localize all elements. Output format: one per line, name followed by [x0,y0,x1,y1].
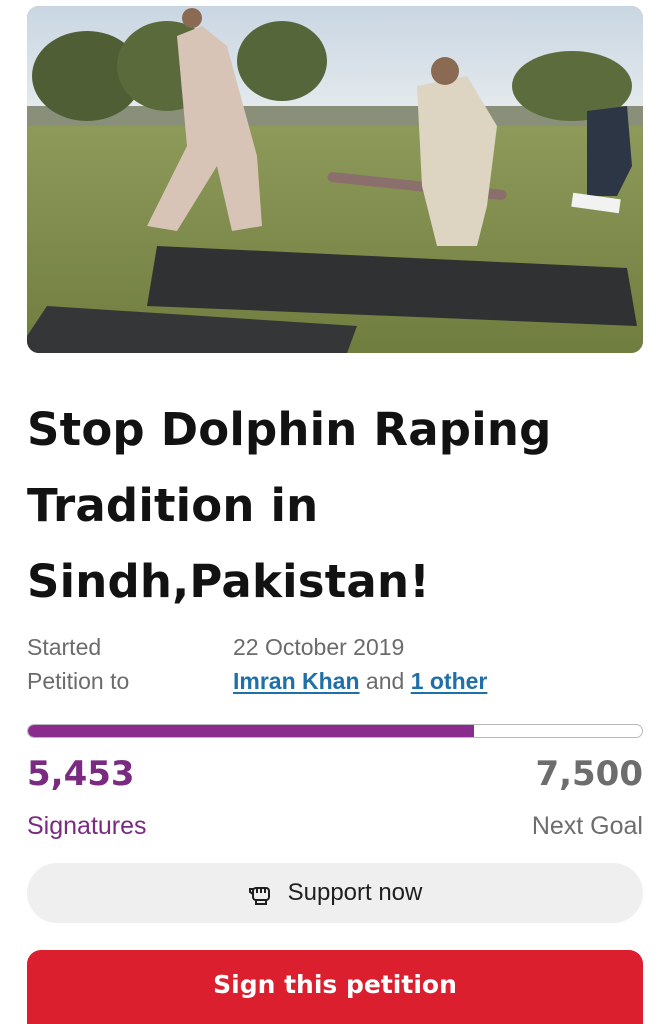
petition-title: Stop Dolphin Raping Tradition in Sindh,P… [27,403,552,608]
hero-photo [27,6,643,353]
raised-fist-icon [248,887,270,905]
target-link-imran-khan[interactable]: Imran Khan [233,668,360,694]
signatures-label: Signatures [27,812,147,840]
petition-targets: Imran Khan and 1 other [233,668,487,695]
sign-petition-button[interactable]: Sign this petition [27,950,643,1024]
signature-progress-bar [27,724,643,738]
support-now-button[interactable]: Support now [27,863,643,923]
started-date: 22 October 2019 [233,634,405,660]
sign-petition-label: Sign this petition [213,970,457,999]
started-label: Started [27,634,102,660]
petition-hero-image [27,6,643,353]
petition-to-label: Petition to [27,668,130,694]
support-now-label: Support now [287,879,423,906]
goal-label: Next Goal [531,812,643,840]
signatures-count: 5,453 [27,754,135,794]
target-link-other[interactable]: 1 other [411,668,488,694]
signature-progress-fill [28,725,475,737]
target-joiner: and [365,668,405,694]
goal-count: 7,500 [535,754,643,794]
